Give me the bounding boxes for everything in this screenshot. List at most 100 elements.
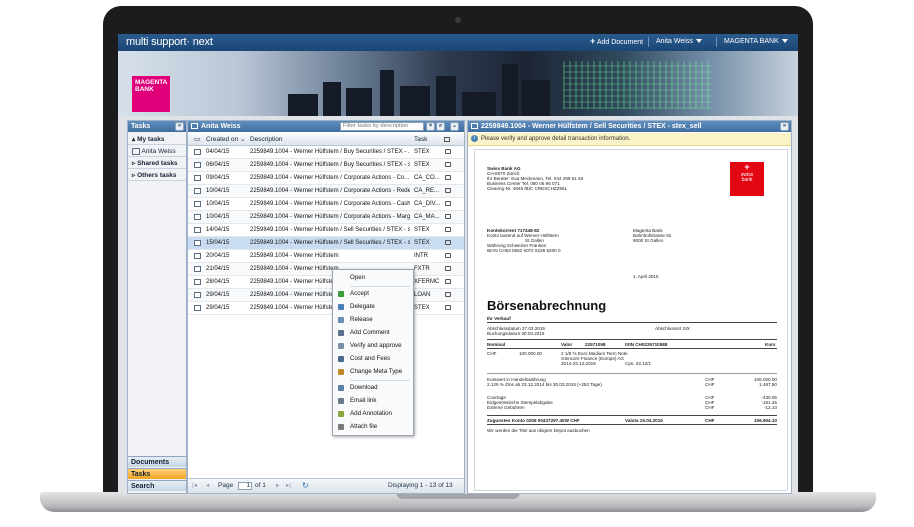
menu-item-delegate[interactable]: Delegate xyxy=(333,301,413,313)
comment-icon[interactable] xyxy=(445,279,451,284)
row-task: FXTR xyxy=(414,266,430,272)
skyline-shape xyxy=(502,64,518,116)
tab-tasks[interactable]: Tasks xyxy=(128,468,186,479)
total-amount: 106.904.10 xyxy=(754,418,777,423)
comment-icon[interactable] xyxy=(445,188,451,193)
next-page-icon[interactable]: ▸ xyxy=(276,479,279,493)
menu-item-accept[interactable]: Accept xyxy=(333,288,413,300)
column-task[interactable]: Task xyxy=(414,134,427,145)
comment-icon[interactable] xyxy=(445,227,451,232)
chevron-down-icon xyxy=(781,39,788,44)
comment-icon[interactable] xyxy=(445,240,451,245)
table-row[interactable]: 06/04/15 2259849.1004 - Werner Hülfstem /… xyxy=(188,159,464,172)
download-icon xyxy=(338,385,344,391)
table-row[interactable]: 10/04/15 2259849.1004 - Werner Hülfstem /… xyxy=(188,185,464,198)
grid-header: ▭ Created on ⌄ Description Task xyxy=(188,134,464,146)
refresh-icon[interactable]: ↻ xyxy=(302,479,309,493)
table-row[interactable]: 10/04/15 2259849.1004 - Werner Hülfstem /… xyxy=(188,211,464,224)
table-row[interactable]: 29/04/15 2259849.1004 - Werner Hülfstem LO… xyxy=(188,289,464,302)
menu-item-add-annotation[interactable]: Add Annotation xyxy=(333,408,413,420)
comment-icon[interactable] xyxy=(445,201,451,206)
menu-item-release[interactable]: Release xyxy=(333,314,413,326)
menu-item-open[interactable]: Open xyxy=(333,272,413,284)
expand-icon[interactable]: » xyxy=(780,122,789,131)
interest-label: 2.125 % Zins ab 23.12.2014 bis 30.03.201… xyxy=(487,382,602,387)
column-description[interactable]: Description xyxy=(250,134,283,145)
amount-value: 1.487.50 xyxy=(759,382,777,387)
last-page-icon[interactable]: ▸| xyxy=(286,479,291,493)
prev-page-icon[interactable]: ◂ xyxy=(206,479,209,493)
search-icon[interactable]: ⌕ xyxy=(436,122,445,131)
menu-item-verify-and-approve[interactable]: Verify and approve xyxy=(333,340,413,352)
table-row[interactable]: 29/04/15 2259849.1004 - Werner Hülfstem ST… xyxy=(188,302,464,315)
calendar-icon: ▭ xyxy=(194,136,201,143)
row-description: 2259849.1004 - Werner Hülfstem / Buy Sec… xyxy=(250,162,410,168)
booking-date: Buchungsdatum 30.03.2015 xyxy=(487,331,545,336)
comment-icon[interactable] xyxy=(445,149,451,154)
menu-item-label: Add Comment xyxy=(350,329,390,336)
calendar-icon xyxy=(132,147,140,155)
bank-menu[interactable]: MAGENTA BANK xyxy=(724,38,788,45)
comment-icon[interactable] xyxy=(445,266,451,271)
total-label: Zugunsten Konto 0206 00437297.40W CHF xyxy=(487,418,580,423)
first-page-icon[interactable]: |◂ xyxy=(192,479,197,493)
menu-item-download[interactable]: Download xyxy=(333,382,413,394)
comment-icon[interactable] xyxy=(445,253,451,258)
menu-item-cost-and-fees[interactable]: Cost and Fees xyxy=(333,353,413,365)
comment-icon[interactable] xyxy=(445,305,451,310)
comment-icon[interactable] xyxy=(445,175,451,180)
col-nominal: Nominal xyxy=(487,342,506,347)
annotation-icon xyxy=(338,411,344,417)
table-row[interactable]: 21/04/15 2259849.1004 - Werner Hülfstem FX… xyxy=(188,263,464,276)
calendar-icon xyxy=(194,175,201,181)
row-description: 2259849.1004 - Werner Hülfstem / Corpora… xyxy=(250,201,410,207)
divider xyxy=(487,415,777,416)
table-row[interactable]: 04/04/15 2259849.1004 - Werner Hülfstem /… xyxy=(188,146,464,159)
page-number-input[interactable]: 1 xyxy=(238,482,252,490)
menu-item-attach-file[interactable]: Attach file xyxy=(333,421,413,433)
add-document-button[interactable]: + Add Document xyxy=(590,36,643,47)
footer-note: Wir werden die Titel aus obigem Depot au… xyxy=(487,428,590,433)
row-created-on: 09/04/15 xyxy=(206,175,230,181)
calendar-icon xyxy=(194,149,201,155)
table-row[interactable]: 15/04/15 2259849.1004 - Werner Hülfstem /… xyxy=(188,237,464,250)
nav-others-tasks[interactable]: ▹ Others tasks xyxy=(128,170,186,181)
table-row[interactable]: 10/04/15 2259849.1004 - Werner Hülfstem /… xyxy=(188,198,464,211)
menu-item-label: Add Annotation xyxy=(350,410,392,417)
task-filter-input[interactable]: Filter tasks by description xyxy=(340,122,424,131)
menu-item-label: Change Meta Type xyxy=(350,368,403,375)
comment-icon[interactable] xyxy=(445,292,451,297)
user-menu[interactable]: Anita Weiss xyxy=(656,38,702,45)
row-description: 2259849.1004 - Werner Hülfstem / Corpora… xyxy=(250,188,410,194)
nav-shared-tasks[interactable]: ▹ Shared tasks xyxy=(128,158,186,169)
menu-item-email-link[interactable]: Email link xyxy=(333,395,413,407)
plus-icon: + xyxy=(590,36,596,46)
comment-icon[interactable] xyxy=(445,214,451,219)
row-description: 2259849.1004 - Werner Hülfstem / Sell Se… xyxy=(250,227,410,233)
statement-date: 1. April 2015 xyxy=(633,274,659,279)
collapse-icon[interactable]: « xyxy=(175,122,184,131)
calendar-icon xyxy=(471,123,478,130)
comment-icon xyxy=(444,137,450,142)
row-task: STEX xyxy=(414,305,430,311)
menu-item-change-meta-type[interactable]: Change Meta Type xyxy=(333,366,413,378)
nav-anita-weiss[interactable]: Anita Weiss xyxy=(128,146,186,157)
row-created-on: 29/04/15 xyxy=(206,292,230,298)
comment-icon[interactable] xyxy=(445,162,451,167)
table-row[interactable]: 09/04/15 2259849.1004 - Werner Hülfstem /… xyxy=(188,172,464,185)
table-row[interactable]: 20/04/15 2259849.1004 - Werner Hülfstem IN… xyxy=(188,250,464,263)
tab-documents[interactable]: Documents xyxy=(128,456,186,467)
nav-my-tasks[interactable]: ▴ My tasks xyxy=(128,134,186,145)
table-row[interactable]: 28/04/15 2259849.1004 - Werner Hülfstem XF… xyxy=(188,276,464,289)
sort-down-icon: ⌄ xyxy=(239,136,246,143)
menu-item-label: Cost and Fees xyxy=(350,355,391,362)
row-description: 2259849.1004 - Werner Hülfstem / Corpora… xyxy=(250,214,410,220)
row-description: 2259849.1004 - Werner Hülfstem / Corpora… xyxy=(250,175,410,181)
tab-search[interactable]: Search xyxy=(128,480,186,491)
menu-item-add-comment[interactable]: Add Comment xyxy=(333,327,413,339)
clear-icon[interactable]: × xyxy=(426,122,435,131)
column-created-on[interactable]: Created on ⌄ xyxy=(206,134,245,145)
menu-item-label: Attach file xyxy=(350,423,378,430)
table-row[interactable]: 14/04/15 2259849.1004 - Werner Hülfstem /… xyxy=(188,224,464,237)
chevron-down-icon[interactable]: ⌄ xyxy=(450,122,459,131)
